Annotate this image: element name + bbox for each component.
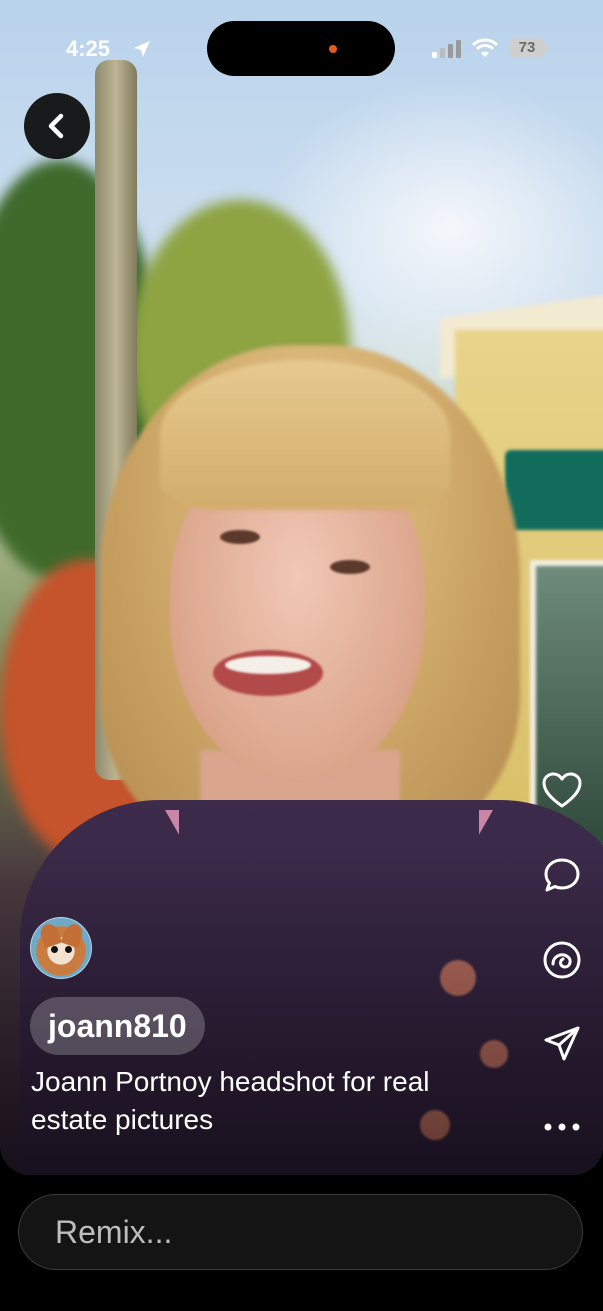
teeth <box>225 656 311 674</box>
recording-indicator <box>329 45 337 53</box>
like-button[interactable] <box>539 768 585 814</box>
right-eye <box>330 560 370 574</box>
bangs <box>160 360 450 510</box>
more-options-button[interactable] <box>539 1104 585 1150</box>
avatar-eye <box>65 946 72 953</box>
user-avatar[interactable] <box>30 917 92 979</box>
chevron-left-icon <box>48 113 64 139</box>
house-awning <box>505 450 603 530</box>
heart-icon <box>542 772 582 808</box>
battery-indicator: 73 <box>509 38 550 58</box>
avatar-eye <box>51 946 58 953</box>
share-button[interactable] <box>539 1021 585 1067</box>
remix-input[interactable]: Remix... <box>18 1194 583 1270</box>
left-eye <box>220 530 260 544</box>
back-button[interactable] <box>24 93 90 159</box>
remix-placeholder: Remix... <box>55 1213 173 1250</box>
username-pill[interactable]: joann810 <box>30 997 205 1055</box>
remix-button[interactable] <box>539 937 585 983</box>
post-caption: Joann Portnoy headshot for real estate p… <box>31 1066 430 1135</box>
status-time: 4:25 <box>66 36 111 61</box>
avatar-ear <box>60 921 86 949</box>
more-dots-icon <box>544 1123 580 1131</box>
wifi-icon <box>472 38 498 57</box>
dynamic-island <box>207 21 395 76</box>
username: joann810 <box>48 1007 187 1044</box>
paper-plane-icon <box>544 1026 580 1061</box>
comment-bubble-icon <box>544 858 580 892</box>
cellular-signal-icon <box>432 40 461 58</box>
location-arrow-icon <box>134 41 150 57</box>
remix-icon <box>543 941 581 979</box>
avatar-ear <box>37 921 63 949</box>
comment-button[interactable] <box>539 853 585 899</box>
